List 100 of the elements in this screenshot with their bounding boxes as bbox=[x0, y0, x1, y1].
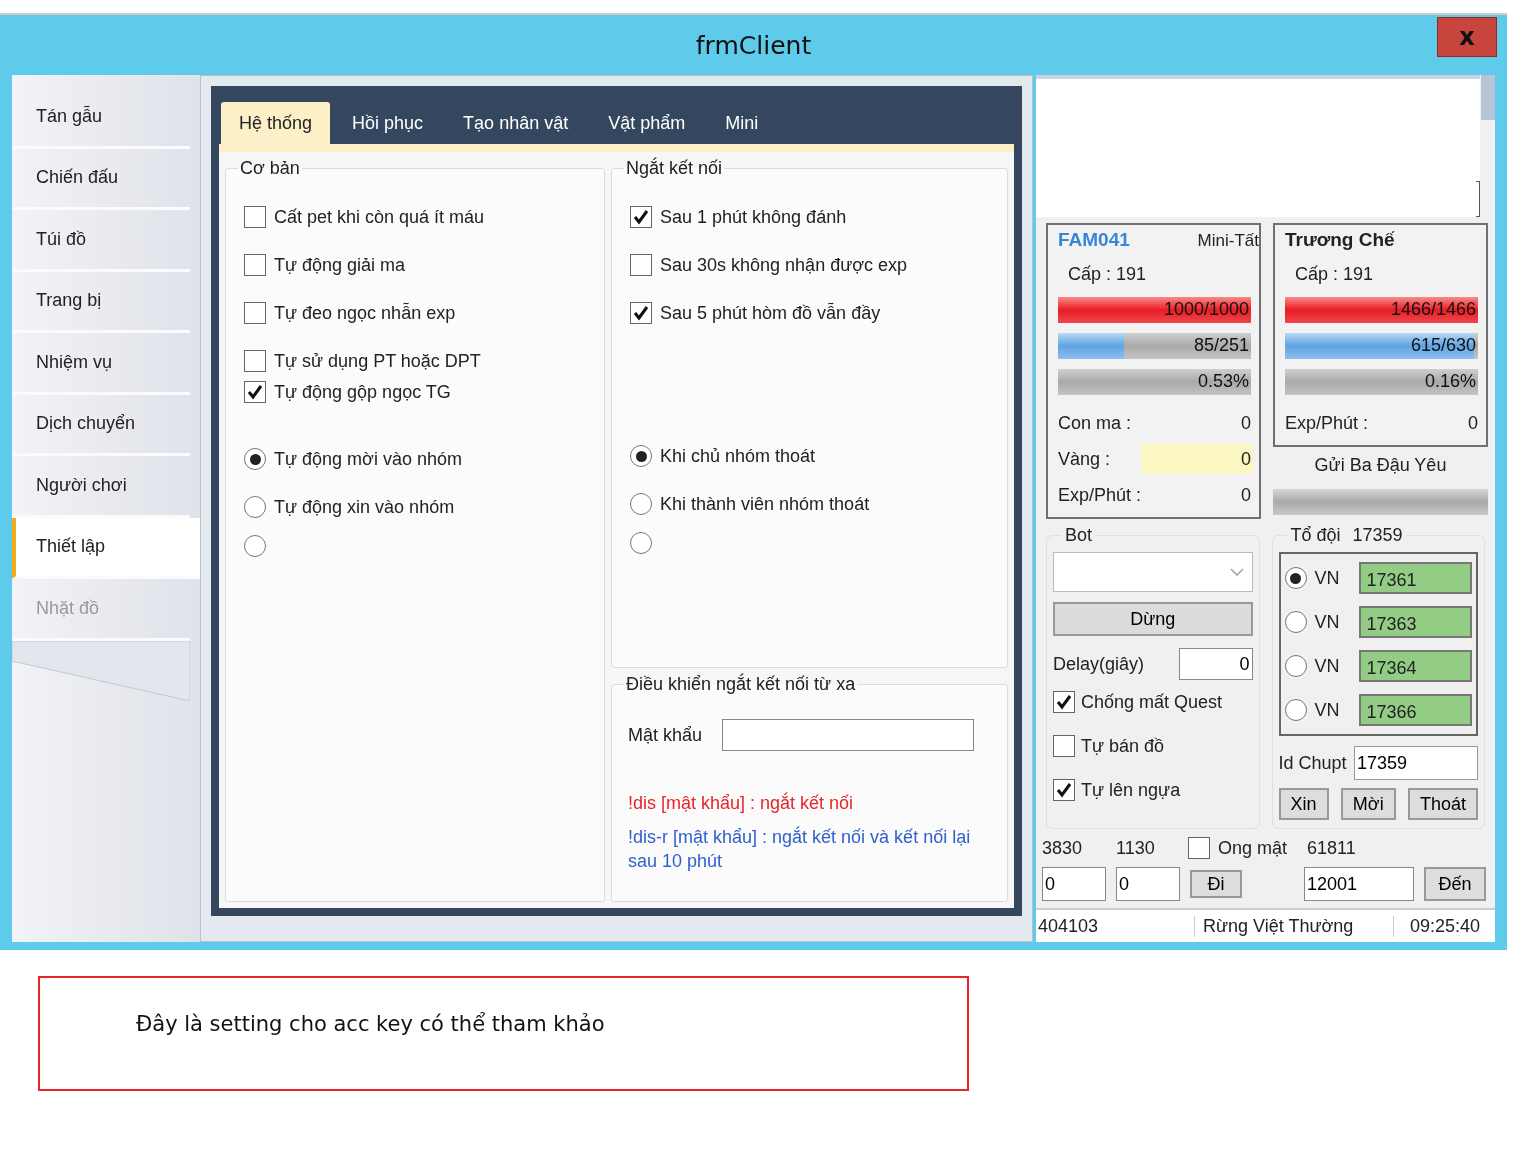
radio-button[interactable] bbox=[244, 535, 266, 557]
coord-label: 1130 bbox=[1116, 837, 1156, 859]
map-id-label: 61811 bbox=[1307, 837, 1356, 859]
bar-value: 615/630 bbox=[1410, 335, 1476, 356]
radio-button[interactable] bbox=[1284, 611, 1307, 633]
character-level: Cấp : 191 bbox=[1067, 263, 1148, 286]
help-text: !dis-r [mật khẩu] : ngắt kết nối và kết nối lại sau 10 phút bbox=[628, 825, 972, 873]
checkbox[interactable] bbox=[244, 254, 266, 276]
group-title: Tổ đội bbox=[1290, 525, 1341, 545]
tab[interactable]: Tạo nhân vật bbox=[445, 102, 587, 144]
radio-button[interactable] bbox=[1284, 567, 1307, 589]
radio-label: Tự động mời vào nhóm bbox=[274, 448, 462, 470]
team-id: 17359 bbox=[1352, 525, 1403, 545]
scrollbar-thumb[interactable] bbox=[1481, 75, 1495, 120]
character-tag: Mini-Tất bbox=[1197, 231, 1259, 251]
radio-button[interactable] bbox=[630, 493, 652, 515]
stat-value: 0 bbox=[1240, 412, 1252, 435]
chevron-down-icon bbox=[1229, 567, 1244, 577]
radio-button[interactable] bbox=[1284, 655, 1307, 677]
sidebar-tab[interactable]: Nhiệm vụ bbox=[12, 333, 190, 395]
stat-label: Exp/Phút : bbox=[1058, 484, 1142, 506]
server-label: VN bbox=[1314, 567, 1341, 589]
checkbox-label: Tự lên ngựa bbox=[1081, 779, 1181, 801]
help-text: !dis [mật khẩu] : ngắt kết nối bbox=[628, 791, 855, 815]
checkbox[interactable] bbox=[630, 206, 652, 228]
tab[interactable]: Hồi phục bbox=[334, 102, 442, 144]
checkbox[interactable] bbox=[630, 302, 652, 324]
stat-value: 0 bbox=[1467, 412, 1479, 435]
checkbox-label: Ong mật bbox=[1218, 837, 1288, 859]
checkbox[interactable] bbox=[1053, 735, 1075, 757]
checkbox-label: Chống mất Quest bbox=[1081, 691, 1223, 713]
sidebar-tab[interactable]: Dịch chuyển bbox=[12, 394, 190, 456]
stop-button[interactable]: Dừng bbox=[1053, 602, 1253, 636]
checkbox[interactable] bbox=[1188, 837, 1210, 859]
field-label: Id Chupt bbox=[1278, 752, 1347, 774]
checkbox-label: Tự đeo ngọc nhẫn exp bbox=[274, 302, 456, 324]
sidebar-tab[interactable]: Tán gẫu bbox=[12, 87, 190, 149]
server-label: VN bbox=[1314, 611, 1341, 633]
sidebar-tab[interactable]: Túi đồ bbox=[12, 210, 190, 272]
bar-value: 0.16% bbox=[1424, 371, 1476, 392]
checkbox-label: Tự bán đồ bbox=[1081, 735, 1165, 757]
status-text: 404103 bbox=[1036, 915, 1195, 937]
character-name: Trương Chế bbox=[1285, 229, 1395, 251]
id-field[interactable]: 17359 bbox=[1354, 746, 1478, 780]
sidebar-tab[interactable]: Trang bị bbox=[12, 271, 190, 333]
character-level: Cấp : 191 bbox=[1294, 263, 1375, 286]
member-id: 17363 bbox=[1358, 606, 1472, 638]
map-field[interactable]: 12001 bbox=[1304, 867, 1414, 901]
checkbox[interactable] bbox=[244, 381, 266, 403]
checkbox[interactable] bbox=[244, 350, 266, 372]
radio-button[interactable] bbox=[630, 532, 652, 554]
checkbox-label: Sau 30s không nhận được exp bbox=[660, 254, 908, 276]
go-to-button[interactable]: Đến bbox=[1424, 867, 1486, 901]
team-button[interactable]: Mời bbox=[1340, 788, 1396, 820]
x-field[interactable]: 0 bbox=[1042, 867, 1106, 901]
checkbox-label: Tự động gộp ngọc TG bbox=[274, 381, 451, 403]
group-title: Điều khiển ngắt kết nối từ xa bbox=[625, 674, 857, 695]
close-button[interactable]: x bbox=[1437, 17, 1497, 57]
checkbox-label: Cất pet khi còn quá ít máu bbox=[274, 206, 485, 228]
tab[interactable]: Hệ thống bbox=[221, 102, 331, 144]
radio-label: Khi chủ nhóm thoát bbox=[660, 445, 816, 467]
field-label: Delay(giây) bbox=[1053, 653, 1145, 675]
group-title: Bot bbox=[1064, 525, 1094, 546]
status-text: Rừng Việt Thường bbox=[1195, 915, 1394, 937]
team-button[interactable]: Xin bbox=[1278, 788, 1329, 820]
password-field[interactable] bbox=[722, 719, 975, 751]
checkbox[interactable] bbox=[1053, 779, 1075, 801]
status-text: 09:25:40 bbox=[1409, 915, 1481, 937]
delay-field[interactable]: 0 bbox=[1178, 648, 1253, 680]
checkbox[interactable] bbox=[1053, 691, 1075, 713]
checkbox[interactable] bbox=[630, 254, 652, 276]
radio-button[interactable] bbox=[244, 448, 266, 470]
radio-button[interactable] bbox=[1284, 699, 1307, 721]
stat-label: Vàng : bbox=[1058, 448, 1111, 470]
radio-button[interactable] bbox=[630, 445, 652, 467]
checkbox-label: Tự động giải ma bbox=[274, 254, 406, 276]
stat-label: Con ma : bbox=[1058, 412, 1132, 434]
stat-label: Exp/Phút : bbox=[1285, 412, 1369, 434]
checkbox-label: Tự sử dụng PT hoặc DPT bbox=[274, 350, 481, 372]
field-label: Mật khẩu bbox=[628, 724, 703, 746]
y-field[interactable]: 0 bbox=[1116, 867, 1180, 901]
server-label: VN bbox=[1314, 655, 1341, 677]
sidebar-tab[interactable]: Thiết lập bbox=[12, 517, 200, 579]
member-id: 17361 bbox=[1358, 562, 1472, 594]
stat-value: 0 bbox=[1141, 444, 1253, 474]
group-title: Cơ bản bbox=[239, 158, 301, 179]
gift-label: Gửi Ba Đậu Yêu bbox=[1313, 455, 1448, 477]
radio-label: Khi thành viên nhóm thoát bbox=[660, 493, 870, 515]
group-title: Ngắt kết nối bbox=[625, 158, 724, 179]
checkbox-label: Sau 5 phút hòm đồ vẫn đầy bbox=[660, 302, 881, 324]
checkbox[interactable] bbox=[244, 206, 266, 228]
radio-label: Tự động xin vào nhóm bbox=[274, 496, 455, 518]
radio-button[interactable] bbox=[244, 496, 266, 518]
checkbox-label: Sau 1 phút không đánh bbox=[660, 206, 847, 228]
team-button[interactable]: Thoát bbox=[1407, 788, 1478, 820]
checkbox[interactable] bbox=[244, 302, 266, 324]
go-button[interactable]: Đi bbox=[1190, 870, 1242, 898]
sidebar-tab[interactable]: Chiến đấu bbox=[12, 148, 190, 210]
tab[interactable]: Mini bbox=[707, 102, 777, 144]
tab[interactable]: Vật phẩm bbox=[590, 102, 704, 144]
